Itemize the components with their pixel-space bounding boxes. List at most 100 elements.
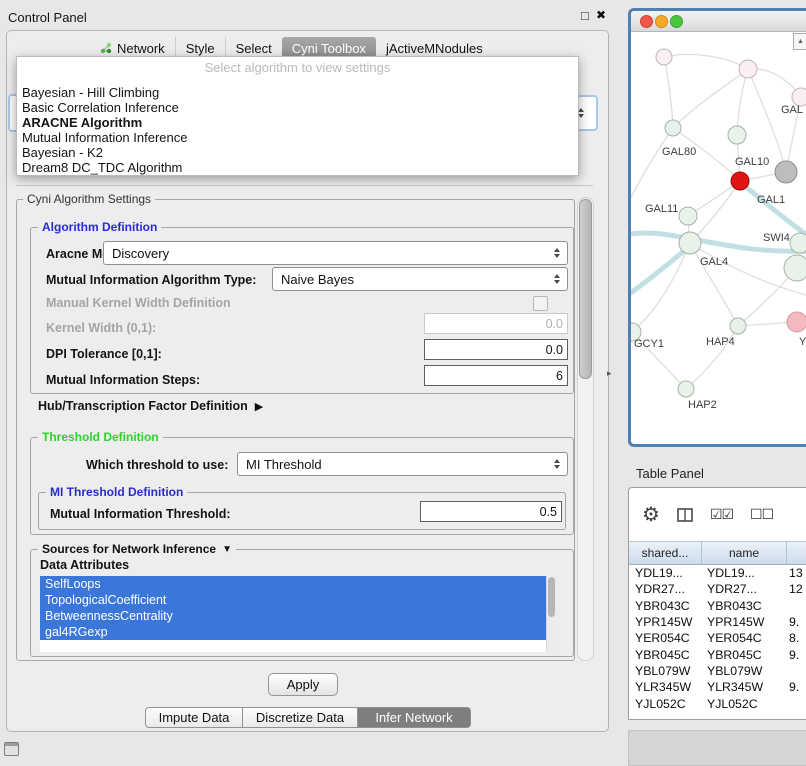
scroll-up-icon: ▲ bbox=[797, 38, 804, 45]
network-scroll-up-button[interactable]: ▲ bbox=[793, 33, 806, 50]
list-item[interactable]: SelfLoops bbox=[40, 576, 546, 592]
combo-arrows-icon bbox=[554, 248, 560, 258]
list-scrollbar-thumb[interactable] bbox=[548, 577, 555, 617]
network-node[interactable] bbox=[730, 318, 746, 334]
settings-scrollbar-thumb[interactable] bbox=[579, 199, 592, 379]
threshold-definition-legend: Threshold Definition bbox=[38, 431, 163, 444]
table-row[interactable]: YDR27...YDR27...12 bbox=[629, 581, 806, 597]
column-header-cut[interactable] bbox=[787, 542, 806, 564]
data-attributes-list[interactable]: SelfLoops TopologicalCoefficient Between… bbox=[40, 576, 546, 652]
tab-cyni-toolbox-label: Cyni Toolbox bbox=[292, 41, 366, 56]
cell: 12 bbox=[785, 582, 806, 596]
show-columns-icon[interactable] bbox=[677, 508, 693, 522]
tab-style-label: Style bbox=[186, 41, 215, 56]
mi-algorithm-type-value: Naive Bayes bbox=[281, 272, 354, 287]
close-window-icon[interactable]: ✖ bbox=[596, 9, 606, 22]
cell: YDL19... bbox=[701, 566, 785, 580]
algorithm-dropdown-menu: Select algorithm to view settings Bayesi… bbox=[16, 56, 579, 176]
cell: YJL052C bbox=[629, 697, 701, 711]
sources-legend-label: Sources for Network Inference bbox=[42, 543, 216, 556]
cell: YLR345W bbox=[629, 680, 701, 694]
column-header-name[interactable]: name bbox=[702, 542, 787, 564]
cell: YBL079W bbox=[629, 664, 701, 678]
column-header-shared-name[interactable]: shared... bbox=[629, 542, 702, 564]
table-row[interactable]: YER054CYER054C8. bbox=[629, 630, 806, 646]
apply-button[interactable]: Apply bbox=[268, 673, 338, 696]
float-window-icon[interactable]: □ bbox=[581, 9, 589, 22]
table-row[interactable]: YDL19...YDL19...13 bbox=[629, 565, 806, 581]
select-all-columns-icon[interactable]: ☑☑ bbox=[710, 506, 733, 523]
collapse-right-icon: ▶ bbox=[255, 400, 263, 413]
table-row[interactable]: YBR043CYBR043C bbox=[629, 598, 806, 614]
which-threshold-label: Which threshold to use: bbox=[86, 458, 228, 472]
network-node[interactable] bbox=[790, 233, 806, 253]
menu-item-aracne[interactable]: ARACNE Algorithm bbox=[17, 115, 578, 130]
cyni-algorithm-settings-legend: Cyni Algorithm Settings bbox=[23, 193, 155, 206]
kernel-width-input bbox=[424, 313, 568, 334]
hub-definition-toggle[interactable]: Hub/Transcription Factor Definition ▶ bbox=[38, 399, 263, 413]
table-body: YDL19...YDL19...13 YDR27...YDR27...12 YB… bbox=[629, 565, 806, 712]
network-node[interactable] bbox=[679, 207, 697, 225]
mi-algorithm-type-select[interactable]: Naive Bayes bbox=[272, 267, 568, 291]
network-node[interactable] bbox=[679, 232, 701, 254]
mutual-information-steps-input[interactable] bbox=[424, 365, 568, 386]
gear-icon[interactable]: ⚙ bbox=[642, 505, 660, 525]
table-panel: ⚙ ☑☑ ☐☐ shared... name YDL19...YDL19...1… bbox=[628, 487, 806, 720]
mi-steps-label: Mutual Information Steps: bbox=[46, 373, 200, 387]
network-node[interactable] bbox=[656, 49, 672, 65]
manual-kernel-width-label: Manual Kernel Width Definition bbox=[46, 296, 231, 310]
menu-item-bayesian-k2[interactable]: Bayesian - K2 bbox=[17, 145, 578, 160]
menu-item-basic-correlation[interactable]: Basic Correlation Inference bbox=[17, 100, 578, 115]
network-node-selected-red[interactable] bbox=[731, 172, 749, 190]
list-item[interactable]: gal4RGexp bbox=[40, 624, 546, 640]
table-row[interactable]: YJL052CYJL052C bbox=[629, 695, 806, 711]
desktop: Control Panel □ ✖ Network Style Select C… bbox=[0, 0, 806, 762]
which-threshold-select[interactable]: MI Threshold bbox=[237, 452, 568, 476]
table-row[interactable]: YLR345WYLR345W9. bbox=[629, 679, 806, 695]
tab-impute-data[interactable]: Impute Data bbox=[145, 707, 243, 728]
table-row[interactable]: YPR145WYPR145W9. bbox=[629, 614, 806, 630]
network-node-pink[interactable] bbox=[787, 312, 806, 332]
cell: 13 bbox=[785, 566, 806, 580]
zoom-traffic-light-icon[interactable] bbox=[670, 15, 683, 28]
tab-discretize-data[interactable]: Discretize Data bbox=[242, 707, 358, 728]
collapsed-panel-icon[interactable] bbox=[4, 742, 19, 756]
panel-splitter-arrow[interactable]: ▸ bbox=[607, 368, 612, 379]
sources-legend[interactable]: Sources for Network Inference ▼ bbox=[38, 543, 236, 556]
cell: 8. bbox=[785, 631, 806, 645]
menu-item-dream8[interactable]: Dream8 DC_TDC Algorithm bbox=[17, 160, 578, 175]
network-node[interactable] bbox=[739, 60, 757, 78]
cell: YDR27... bbox=[701, 582, 785, 596]
minimize-traffic-light-icon[interactable] bbox=[655, 15, 668, 28]
deselect-all-columns-icon[interactable]: ☐☐ bbox=[750, 506, 773, 523]
cell: YLR345W bbox=[701, 680, 785, 694]
which-threshold-value: MI Threshold bbox=[246, 457, 322, 472]
mi-algorithm-type-label: Mutual Information Algorithm Type: bbox=[46, 273, 256, 287]
network-node[interactable] bbox=[728, 126, 746, 144]
network-node-label: Y bbox=[799, 336, 806, 348]
table-row[interactable]: YBL079WYBL079W bbox=[629, 663, 806, 679]
network-canvas: GAL80 GAL10 GAL11 GAL1 SWI4 GAL4 GCY1 HA… bbox=[631, 31, 806, 438]
cell: 9. bbox=[785, 648, 806, 662]
network-window-titlebar[interactable] bbox=[631, 11, 806, 32]
aracne-mode-select[interactable]: Discovery bbox=[103, 241, 568, 265]
mutual-information-threshold-input[interactable] bbox=[420, 501, 562, 522]
network-node[interactable] bbox=[665, 120, 681, 136]
network-node[interactable] bbox=[784, 255, 806, 281]
menu-item-mutual-information[interactable]: Mutual Information Inference bbox=[17, 130, 578, 145]
dpi-tolerance-input[interactable] bbox=[424, 339, 568, 360]
data-attributes-label: Data Attributes bbox=[40, 558, 129, 572]
list-item[interactable]: TopologicalCoefficient bbox=[40, 592, 546, 608]
cell: YBL079W bbox=[701, 664, 785, 678]
network-node-label: GAL10 bbox=[735, 156, 769, 168]
group-border-fragment bbox=[16, 185, 593, 186]
table-row[interactable]: YBR045CYBR045C9. bbox=[629, 646, 806, 662]
menu-item-bayesian-hill-climbing[interactable]: Bayesian - Hill Climbing bbox=[17, 85, 578, 100]
list-item[interactable]: BetweennessCentrality bbox=[40, 608, 546, 624]
close-traffic-light-icon[interactable] bbox=[640, 15, 653, 28]
network-node[interactable] bbox=[678, 381, 694, 397]
network-node-gray[interactable] bbox=[775, 161, 797, 183]
tab-infer-network[interactable]: Infer Network bbox=[357, 707, 471, 728]
cell: YER054C bbox=[701, 631, 785, 645]
manual-kernel-width-checkbox bbox=[533, 296, 548, 311]
